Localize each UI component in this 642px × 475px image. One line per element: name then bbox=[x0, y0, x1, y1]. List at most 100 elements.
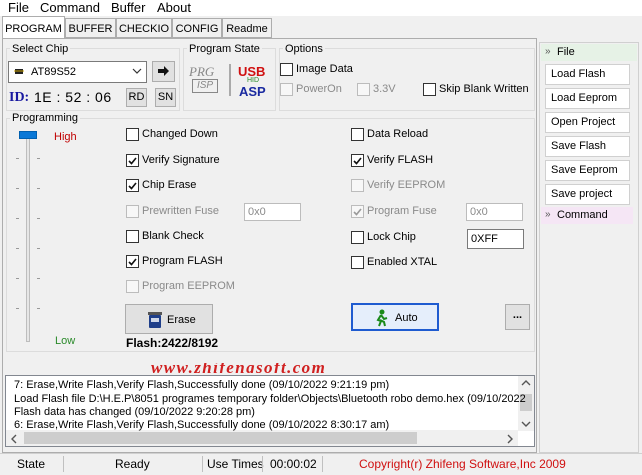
tab-buffer[interactable]: BUFFER bbox=[65, 18, 116, 38]
data-reload-checkbox[interactable] bbox=[351, 128, 364, 141]
watermark-text: www.zhifengsoft.com bbox=[151, 363, 327, 373]
save-eeprom-button[interactable]: Save Eeprom bbox=[545, 160, 630, 181]
flash-info: Flash:2422/8192 bbox=[126, 336, 219, 350]
load-eeprom-button[interactable]: Load Eeprom bbox=[545, 88, 630, 109]
verify-flash-checkbox[interactable] bbox=[351, 154, 364, 167]
isp-text: ISP bbox=[192, 79, 218, 93]
hid-text: HID bbox=[247, 77, 260, 84]
load-flash-button[interactable]: Load Flash bbox=[545, 64, 630, 85]
use-times-value: 00:00:02 bbox=[270, 457, 317, 471]
log-line: Load Flash file D:\H.E.P\8051 programes … bbox=[14, 393, 526, 405]
menu-bar: File Command Buffer About bbox=[0, 0, 642, 16]
skip-blank-label: Skip Blank Written bbox=[439, 83, 529, 95]
verify-eeprom-label: Verify EEPROM bbox=[367, 179, 446, 191]
verify-signature-checkbox[interactable] bbox=[126, 154, 139, 167]
chip-erase-label: Chip Erase bbox=[142, 179, 197, 191]
program-fuse-field[interactable]: 0x0 bbox=[466, 203, 523, 221]
program-flash-label: Program FLASH bbox=[142, 255, 223, 267]
image-data-label: Image Data bbox=[296, 63, 353, 75]
options-title: Options bbox=[283, 43, 325, 55]
program-eeprom-label: Program EEPROM bbox=[142, 280, 235, 292]
verify-signature-label: Verify Signature bbox=[142, 154, 220, 166]
tab-readme[interactable]: Readme bbox=[222, 18, 272, 38]
verify-flash-label: Verify FLASH bbox=[367, 154, 434, 166]
running-man-icon bbox=[373, 309, 389, 327]
status-bar: State Ready Use Times 00:00:02 Copyright… bbox=[0, 453, 642, 475]
verify-eeprom-checkbox[interactable] bbox=[351, 179, 364, 192]
slider-thumb[interactable] bbox=[19, 131, 37, 139]
prewritten-fuse-checkbox[interactable] bbox=[126, 205, 139, 218]
id-label: ID: bbox=[9, 90, 30, 105]
slider-track bbox=[26, 132, 30, 342]
sn-button[interactable]: SN bbox=[155, 88, 176, 107]
logo-divider bbox=[229, 64, 231, 96]
auto-button[interactable]: Auto bbox=[351, 303, 439, 331]
v33-label: 3.3V bbox=[373, 83, 396, 95]
trash-bin-icon bbox=[147, 311, 163, 329]
erase-label: Erase bbox=[167, 314, 196, 326]
log-line: 7: Erase,Write Flash,Verify Flash,Succes… bbox=[14, 379, 390, 391]
power-on-label: PowerOn bbox=[296, 83, 342, 95]
enabled-xtal-checkbox[interactable] bbox=[351, 256, 364, 269]
tab-config[interactable]: CONFIG bbox=[172, 18, 222, 38]
file-section-header[interactable]: » File bbox=[541, 44, 637, 61]
scroll-up-icon[interactable] bbox=[521, 379, 531, 387]
save-flash-button[interactable]: Save Flash bbox=[545, 136, 630, 157]
chip-erase-checkbox[interactable] bbox=[126, 179, 139, 192]
scroll-down-icon[interactable] bbox=[521, 420, 531, 428]
chip-name: AT89S52 bbox=[31, 66, 77, 78]
log-line: 6: Erase,Write Flash,Verify Flash,Succes… bbox=[14, 419, 390, 431]
prg-text: PRG bbox=[189, 64, 215, 79]
erase-button[interactable]: Erase bbox=[125, 304, 213, 334]
log-horizontal-scrollbar[interactable] bbox=[6, 430, 518, 446]
chip-select[interactable]: AT89S52 bbox=[8, 61, 147, 83]
scroll-left-icon[interactable] bbox=[10, 434, 18, 444]
expand-chevron-icon: » bbox=[545, 209, 551, 220]
chip-icon bbox=[13, 67, 25, 76]
program-flash-checkbox[interactable] bbox=[126, 255, 139, 268]
program-fuse-checkbox[interactable] bbox=[351, 205, 364, 218]
skip-blank-checkbox[interactable] bbox=[423, 83, 436, 96]
go-arrow-button[interactable] bbox=[152, 61, 175, 82]
menu-file[interactable]: File bbox=[8, 0, 29, 15]
lock-chip-checkbox[interactable] bbox=[351, 231, 364, 244]
power-on-checkbox[interactable] bbox=[280, 83, 293, 96]
data-reload-label: Data Reload bbox=[367, 128, 429, 140]
speed-low-label: Low bbox=[55, 335, 76, 347]
watermark: www.zhifengsoft.com bbox=[151, 363, 391, 373]
blank-check-checkbox[interactable] bbox=[126, 230, 139, 243]
prewritten-fuse-field[interactable]: 0x0 bbox=[244, 203, 301, 221]
collapse-chevron-icon: » bbox=[545, 46, 551, 57]
scroll-right-icon[interactable] bbox=[506, 434, 514, 444]
lock-chip-field[interactable]: 0XFF bbox=[467, 229, 524, 249]
menu-about[interactable]: About bbox=[157, 0, 191, 15]
program-eeprom-checkbox[interactable] bbox=[126, 280, 139, 293]
more-button[interactable]: ... bbox=[505, 304, 530, 330]
id-value: 1E : 52 : 06 bbox=[34, 89, 112, 105]
blank-check-label: Blank Check bbox=[142, 230, 204, 242]
tab-program[interactable]: PROGRAM bbox=[2, 16, 65, 38]
enabled-xtal-label: Enabled XTAL bbox=[367, 256, 438, 268]
command-section-header[interactable]: » Command bbox=[541, 207, 633, 224]
menu-buffer[interactable]: Buffer bbox=[111, 0, 145, 15]
speed-slider[interactable] bbox=[16, 128, 40, 346]
copyright-text: Copyright(r) Zhifeng Software,Inc 2009 bbox=[359, 457, 566, 471]
changed-down-checkbox[interactable] bbox=[126, 128, 139, 141]
save-project-button[interactable]: Save project bbox=[545, 184, 630, 205]
lock-chip-label: Lock Chip bbox=[367, 231, 416, 243]
program-fuse-label: Program Fuse bbox=[367, 205, 437, 217]
asp-text: ASP bbox=[239, 84, 266, 99]
v33-checkbox[interactable] bbox=[357, 83, 370, 96]
rd-button[interactable]: RD bbox=[126, 88, 147, 107]
log-box[interactable]: 7: Erase,Write Flash,Verify Flash,Succes… bbox=[5, 375, 535, 447]
speed-high-label: High bbox=[54, 131, 77, 143]
image-data-checkbox[interactable] bbox=[280, 63, 293, 76]
usb-asp-logo: USB HID ASP bbox=[237, 64, 271, 100]
open-project-button[interactable]: Open Project bbox=[545, 112, 630, 133]
state-label: State bbox=[17, 457, 46, 471]
tab-checkio[interactable]: CHECKIO bbox=[116, 18, 172, 38]
program-state-title: Program State bbox=[187, 43, 262, 55]
horizontal-scroll-thumb[interactable] bbox=[24, 432, 417, 444]
prewritten-fuse-label: Prewritten Fuse bbox=[142, 205, 220, 217]
menu-command[interactable]: Command bbox=[40, 0, 100, 15]
